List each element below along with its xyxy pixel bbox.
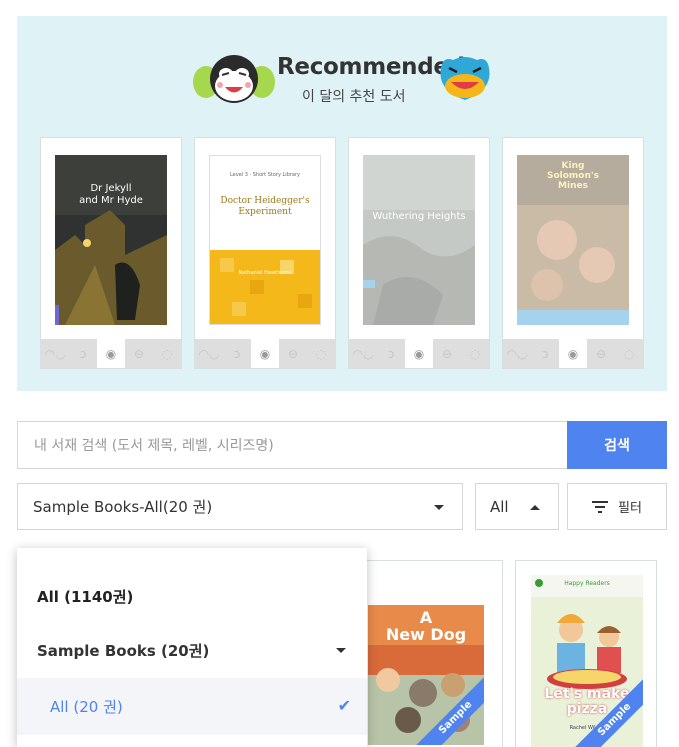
eye-icon[interactable]: ◉: [251, 339, 279, 368]
dropdown-item-all[interactable]: All (1140권): [17, 574, 367, 618]
headphones-icon[interactable]: ◠◡: [349, 339, 377, 368]
recommended-book-card[interactable]: King Solomon's Mines ◠◡ ↄ ◉ ⊖ ◌: [502, 137, 644, 369]
page: Recommended 이 달의 추천 도서 Dr Jekyll and Mr …: [0, 0, 679, 747]
book-title-line: and Mr Hyde: [79, 195, 143, 206]
book-cover[interactable]: A New Dog Sample: [368, 605, 484, 745]
card-icon-bar: ◠◡ ↄ ◉ ⊖ ◌: [503, 339, 643, 368]
book-author: Rachel Wilson: [569, 725, 605, 731]
book-card[interactable]: Happy Readers Let's make pizza Rachel Wi…: [515, 560, 657, 747]
filter-button-label: 필터: [618, 501, 642, 516]
glasses-icon[interactable]: ⊖: [279, 339, 307, 368]
recommended-section: Recommended 이 달의 추천 도서 Dr Jekyll and Mr …: [17, 16, 667, 391]
filter-icon: [592, 500, 609, 513]
speech-icon[interactable]: ◌: [461, 339, 489, 368]
ear-icon[interactable]: ↄ: [69, 339, 97, 368]
headphones-icon[interactable]: ◠◡: [41, 339, 69, 368]
book-set-select-value: Sample Books-All(20 권): [33, 498, 213, 516]
ear-icon[interactable]: ↄ: [223, 339, 251, 368]
book-cover[interactable]: Wuthering Heights: [363, 155, 475, 325]
book-title: Doctor Heidegger's Experiment: [210, 196, 320, 218]
headphones-icon[interactable]: ◠◡: [503, 339, 531, 368]
checkmark-icon: ✔: [337, 696, 351, 715]
book-title-line: Mines: [558, 181, 588, 191]
book-cover[interactable]: Happy Readers Let's make pizza Rachel Wi…: [531, 575, 643, 747]
book-cover[interactable]: Dr Jekyll and Mr Hyde: [55, 155, 167, 325]
speech-icon[interactable]: ◌: [307, 339, 335, 368]
recommended-book-card[interactable]: Dr Jekyll and Mr Hyde ◠◡ ↄ ◉ ⊖ ◌: [40, 137, 182, 369]
glasses-icon[interactable]: ⊖: [433, 339, 461, 368]
level-select-value: All: [490, 497, 509, 516]
monkey-mascot-icon: [193, 55, 275, 103]
level-select[interactable]: All: [475, 483, 559, 530]
book-author: Nathaniel Hawthorne: [238, 270, 292, 276]
speech-icon[interactable]: ◌: [153, 339, 181, 368]
recommended-header: Recommended 이 달의 추천 도서: [17, 52, 667, 112]
headphones-icon[interactable]: ◠◡: [195, 339, 223, 368]
frog-mascot-icon: [440, 57, 490, 100]
dropdown-item-label: All (1140권): [37, 587, 134, 606]
search-placeholder: 내 서재 검색 (도서 제목, 레벨, 시리즈명): [34, 438, 274, 454]
book-title: Dr Jekyll and Mr Hyde: [55, 183, 167, 207]
caret-up-icon: [530, 505, 540, 510]
card-icon-bar: ◠◡ ↄ ◉ ⊖ ◌: [349, 339, 489, 368]
book-set-dropdown: All (1140권) Sample Books (20권) All (20 권…: [17, 548, 367, 747]
filter-button[interactable]: 필터: [567, 483, 667, 530]
eye-icon[interactable]: ◉: [559, 339, 587, 368]
dropdown-subitem-all[interactable]: All (20 권) ✔: [17, 678, 367, 735]
dropdown-item-label: Sample Books (20권): [37, 641, 210, 660]
dropdown-item-label: All (20 권): [50, 698, 123, 716]
book-title-line: Experiment: [238, 207, 292, 217]
caret-down-icon: [336, 648, 346, 653]
dropdown-item-sample-books[interactable]: Sample Books (20권): [17, 628, 367, 672]
search-input[interactable]: 내 서재 검색 (도서 제목, 레벨, 시리즈명): [17, 421, 568, 469]
book-series: Level 3 · Short Story Library: [229, 172, 301, 178]
eye-icon[interactable]: ◉: [405, 339, 433, 368]
book-set-select[interactable]: Sample Books-All(20 권): [17, 483, 463, 530]
speech-icon[interactable]: ◌: [615, 339, 643, 368]
recommended-book-card[interactable]: Wuthering Heights ◠◡ ↄ ◉ ⊖ ◌: [348, 137, 490, 369]
book-title-line: Dr Jekyll: [90, 183, 132, 194]
jekyll-cover-art-icon: [55, 155, 167, 325]
card-icon-bar: ◠◡ ↄ ◉ ⊖ ◌: [195, 339, 335, 368]
eye-icon[interactable]: ◉: [97, 339, 125, 368]
moor-cover-art-icon: [363, 155, 475, 325]
book-title-line: King: [561, 161, 585, 171]
caret-down-icon: [434, 505, 444, 510]
book-title: King Solomon's Mines: [517, 161, 629, 191]
book-title-line: Solomon's: [546, 171, 599, 181]
search-button[interactable]: 검색: [567, 421, 667, 469]
book-brand: Happy Readers: [564, 580, 610, 587]
recommended-book-card[interactable]: Level 3 · Short Story Library Doctor Hei…: [194, 137, 336, 369]
book-title: A New Dog: [368, 609, 484, 643]
book-title: Wuthering Heights: [372, 211, 466, 222]
ear-icon[interactable]: ↄ: [377, 339, 405, 368]
ear-icon[interactable]: ↄ: [531, 339, 559, 368]
book-title-line: New Dog: [385, 625, 467, 644]
pattern-art-icon: [210, 250, 320, 324]
book-card[interactable]: A New Dog Sample: [361, 560, 503, 747]
card-icon-bar: ◠◡ ↄ ◉ ⊖ ◌: [41, 339, 181, 368]
glasses-icon[interactable]: ⊖: [587, 339, 615, 368]
book-title-line: A: [419, 608, 433, 627]
book-cover[interactable]: Level 3 · Short Story Library Doctor Hei…: [209, 155, 321, 325]
book-cover[interactable]: King Solomon's Mines: [517, 155, 629, 325]
glasses-icon[interactable]: ⊖: [125, 339, 153, 368]
book-title-line: Doctor Heidegger's: [220, 196, 310, 206]
recommended-subtitle: 이 달의 추천 도서: [302, 89, 406, 105]
